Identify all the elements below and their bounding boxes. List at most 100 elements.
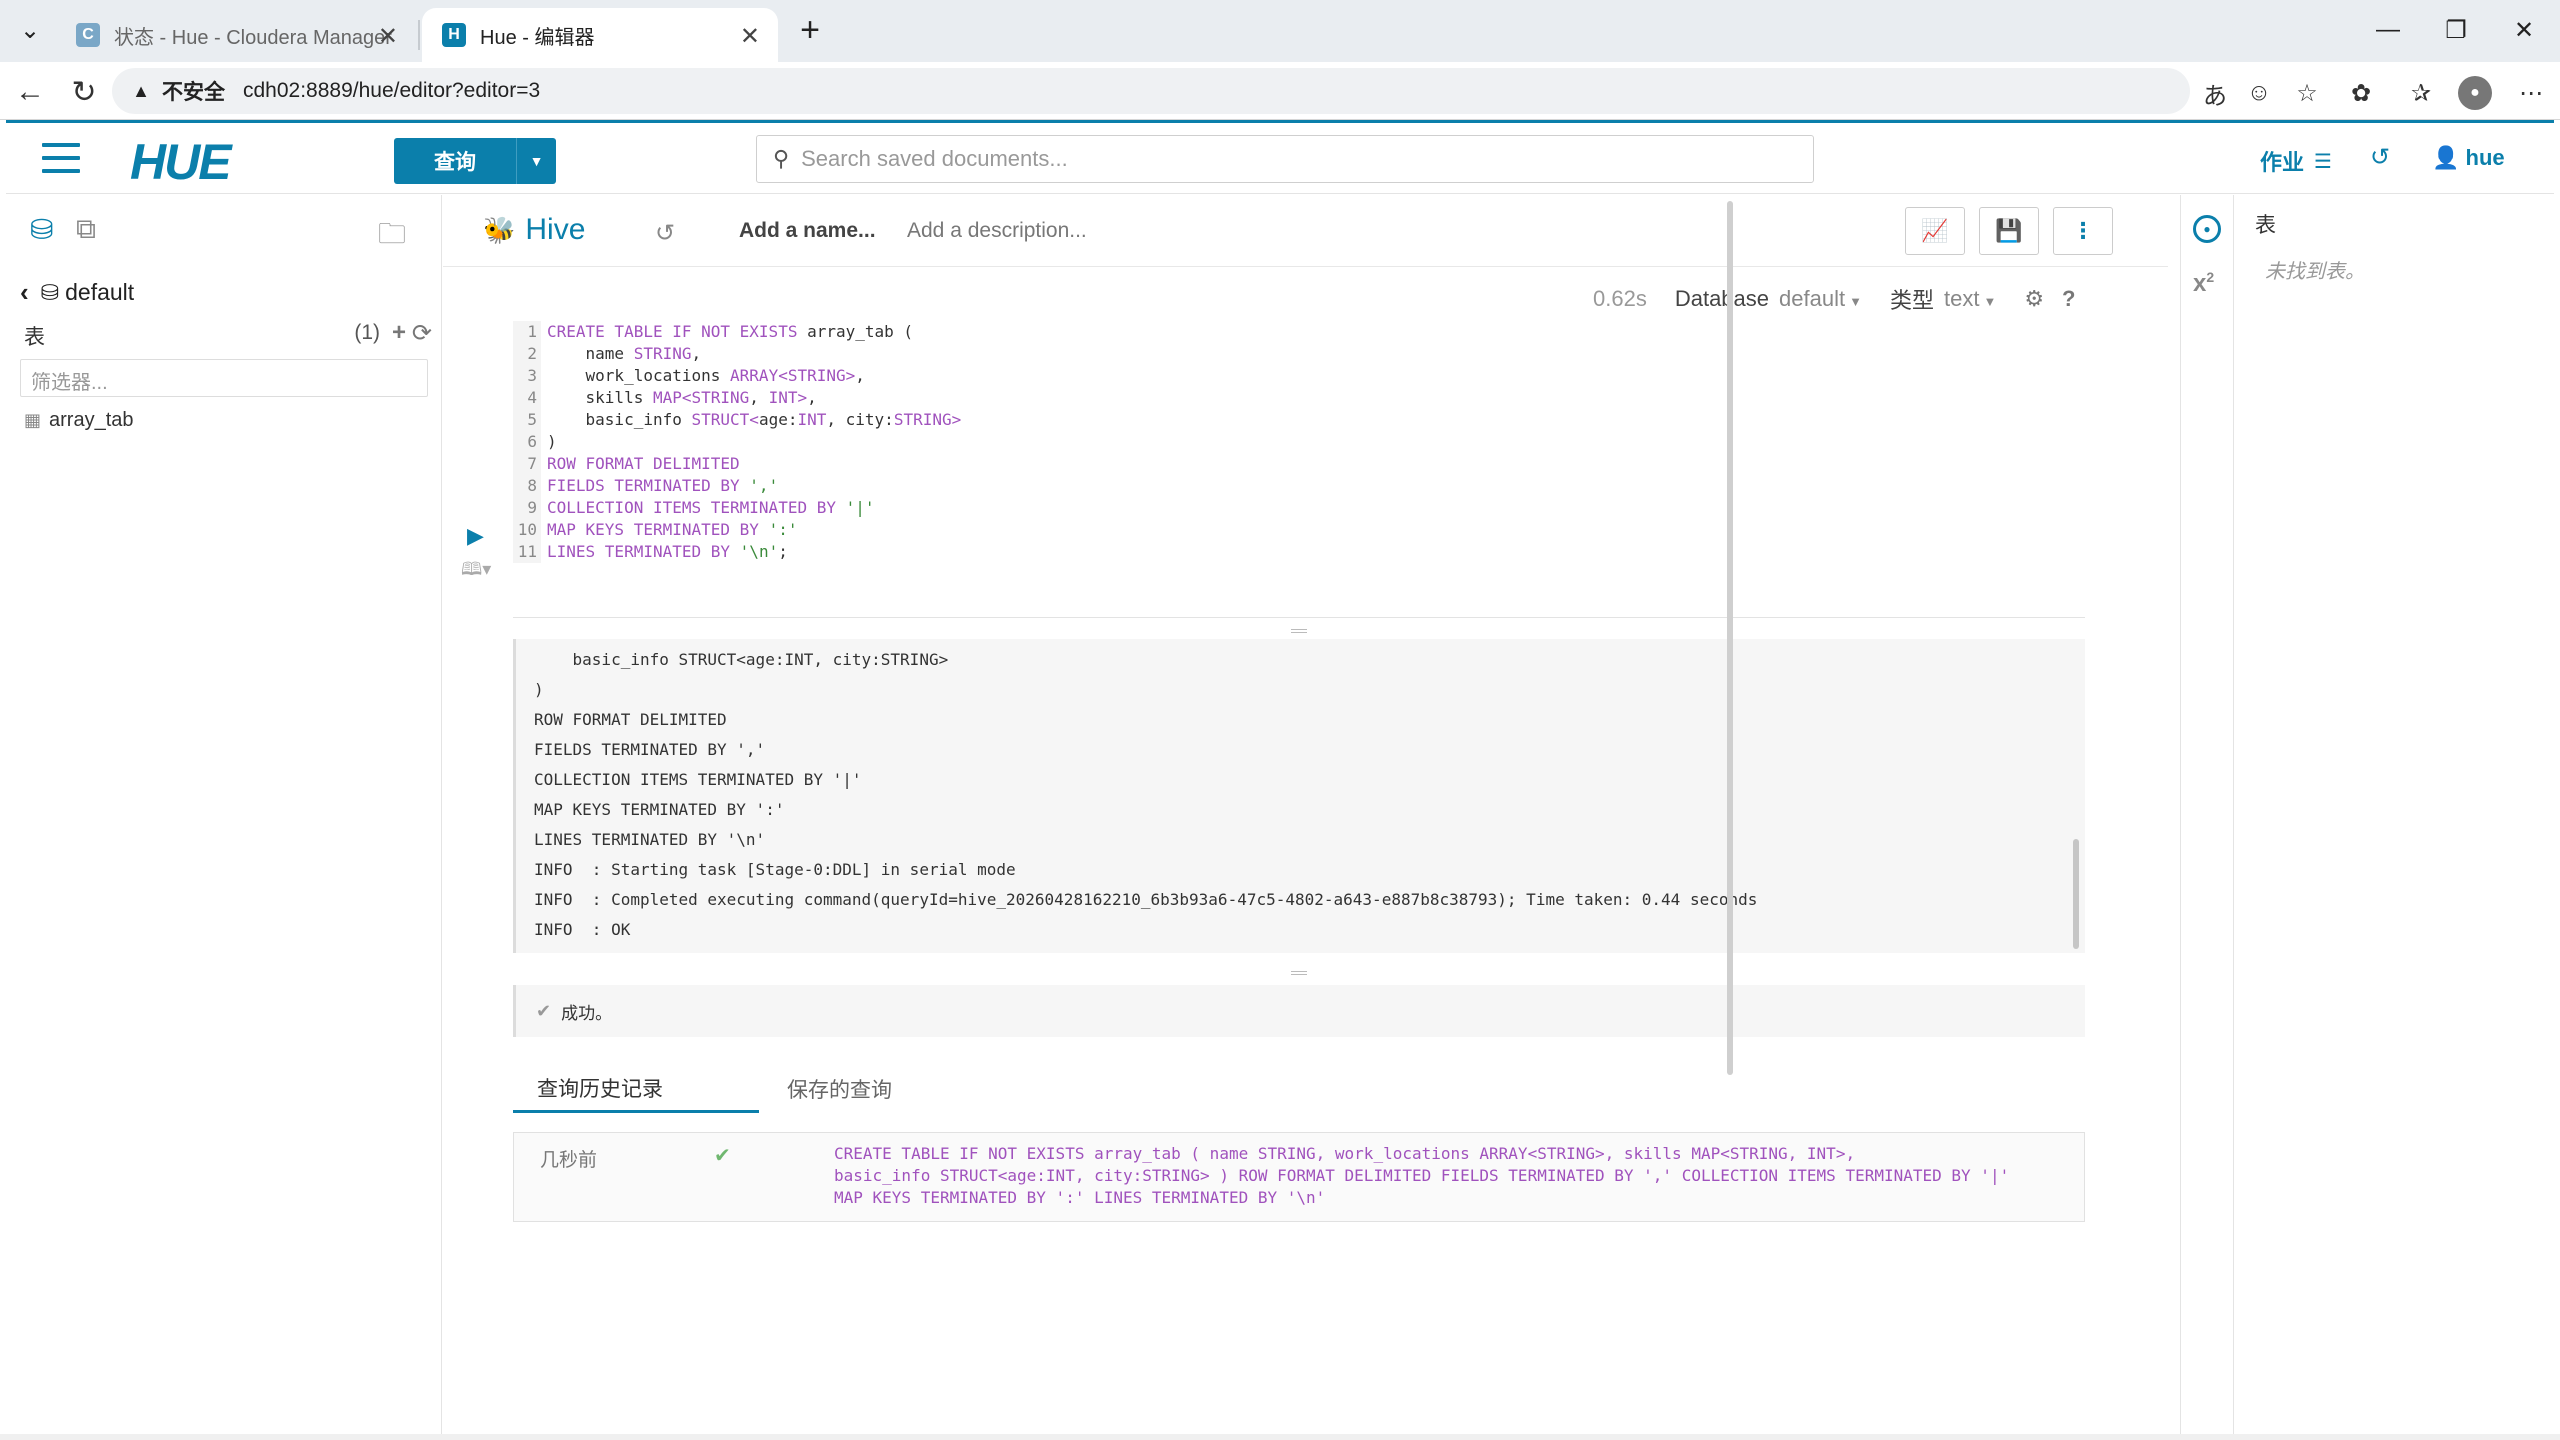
compass-icon[interactable]: ● (2193, 215, 2221, 243)
translate-icon[interactable]: あ (2198, 76, 2232, 110)
browser-tab-cloudera[interactable]: C 状态 - Hue - Cloudera Manager ✕ (56, 8, 416, 62)
table-item-array-tab[interactable]: ▦ array_tab (24, 409, 134, 432)
hamburger-menu-icon[interactable] (42, 143, 80, 175)
caret-down-icon[interactable]: ▼ (516, 138, 556, 184)
page-bottom-border (0, 1434, 2560, 1440)
history-query-text[interactable]: CREATE TABLE IF NOT EXISTS array_tab ( n… (834, 1143, 2064, 1209)
insecure-label: 不安全 (162, 81, 225, 104)
chevron-left-icon[interactable]: ‹ (20, 277, 29, 308)
user-menu[interactable]: 👤 hue (2432, 145, 2505, 171)
tab-saved-queries[interactable]: 保存的查询 (763, 1065, 916, 1113)
tab-query-history[interactable]: 查询历史记录 (513, 1065, 759, 1113)
close-tab-icon[interactable]: ✕ (378, 22, 398, 51)
table-name[interactable]: array_tab (49, 409, 134, 432)
history-tabs: 查询历史记录 保存的查询 (513, 1065, 2085, 1113)
folder-icon[interactable]: 🗀 (378, 213, 406, 261)
run-play-icon[interactable]: ▶ (467, 523, 484, 549)
favorites-icon[interactable]: ✰ (2404, 76, 2438, 110)
table-icon: ▦ (24, 410, 42, 430)
right-panel-title: 表 (2255, 214, 2276, 237)
undo-history-icon[interactable]: ↺ (655, 219, 675, 248)
history-entry[interactable]: 几秒前 ✔ CREATE TABLE IF NOT EXISTS array_t… (513, 1132, 2085, 1222)
execution-duration: 0.62s (1593, 286, 1647, 311)
chart-button[interactable]: 📈 (1905, 207, 1965, 255)
success-check-icon: ✔ (714, 1145, 731, 1167)
cloudera-favicon-icon: C (76, 23, 100, 47)
log-line: ) (534, 680, 544, 699)
search-placeholder: Search saved documents... (801, 146, 1068, 171)
url-field[interactable]: ▲ 不安全 cdh02:8889/hue/editor?editor=3 (112, 68, 2190, 114)
more-options-button[interactable]: ⋮ (2053, 207, 2113, 255)
type-select-value: text (1943, 286, 1980, 311)
type-select[interactable]: text ▼ (1944, 286, 1996, 312)
close-tab-icon[interactable]: ✕ (740, 22, 760, 51)
url-text[interactable]: cdh02:8889/hue/editor?editor=3 (243, 79, 540, 103)
engine-name: Hive (525, 213, 586, 246)
function-x2-icon[interactable]: x2 (2193, 269, 2214, 298)
back-icon[interactable]: ← (8, 70, 52, 114)
documents-icon[interactable]: ⧉ (76, 213, 96, 246)
add-table-icon[interactable]: + (392, 319, 406, 347)
query-button[interactable]: 查询 ▼ (394, 138, 556, 184)
caret-down-icon: ▼ (1983, 294, 1997, 309)
browser-tab-bar: ⌄ C 状态 - Hue - Cloudera Manager ✕ H Hue … (0, 0, 2560, 62)
editor-main: 🐝 Hive ↺ Add a name... Add a description… (443, 195, 2168, 1435)
caret-down-icon: ▼ (1849, 294, 1862, 309)
tab-label: 查询历史记录 (537, 1077, 663, 1101)
tab-search-icon[interactable]: ⌄ (10, 10, 50, 50)
log-line: basic_info STRUCT<age:INT, city:STRING> (534, 650, 949, 669)
close-window-button[interactable]: ✕ (2504, 10, 2544, 50)
log-scrollbar[interactable] (2073, 839, 2079, 949)
snippet-menu-icon[interactable]: 🕮▾ (461, 557, 491, 587)
query-button-label[interactable]: 查询 (394, 146, 516, 176)
history-icon[interactable]: ↺ (2370, 143, 2390, 172)
search-input[interactable]: ⚲ Search saved documents... (756, 135, 1814, 183)
line-number: 2 (527, 344, 537, 363)
help-icon[interactable]: ? (2062, 286, 2075, 312)
tables-count: (1) (354, 321, 380, 344)
left-assist-panel: ⛁ ⧉ 🗀 ‹ ⛁ default 表 (1) + ⟳ 筛选器... ▦ arr… (6, 195, 442, 1435)
history-time: 几秒前 (540, 1150, 598, 1171)
code-editor[interactable]: 1 2 3 4 5 6 7 8 9 10 11 CREATE TABLE IF NOT EXISTS… (513, 321, 2085, 569)
minimize-button[interactable]: — (2368, 10, 2408, 50)
resize-handle[interactable] (1291, 629, 1307, 633)
database-small-icon: ⛁ (40, 279, 60, 305)
restore-button[interactable]: ❐ (2436, 10, 2476, 50)
extensions-icon[interactable]: ✿ (2344, 76, 2378, 110)
resize-handle[interactable] (1291, 971, 1307, 975)
gear-icon[interactable]: ⚙ (2024, 286, 2044, 312)
more-menu-icon[interactable]: ⋯ (2514, 76, 2548, 110)
save-icon: 💾 (1995, 218, 2023, 243)
history-query-line: basic_info STRUCT<age:INT, city:STRING> … (834, 1166, 2010, 1185)
favorite-star-icon[interactable]: ☆ (2290, 76, 2324, 110)
hive-engine[interactable]: 🐝 Hive (483, 213, 585, 247)
line-number: 4 (527, 388, 537, 407)
refresh-icon[interactable]: ⟳ (412, 319, 432, 348)
new-tab-button[interactable]: + (790, 10, 830, 50)
database-select[interactable]: default ▼ (1779, 286, 1862, 312)
database-icon[interactable]: ⛁ (30, 213, 53, 246)
jobs-button[interactable]: 作业 ☰ (2260, 145, 2332, 177)
chart-icon: 📈 (1921, 218, 1949, 243)
history-query-line: CREATE TABLE IF NOT EXISTS array_tab ( n… (834, 1144, 1856, 1163)
line-number: 1 (527, 322, 537, 341)
editor-toolbar: 🐝 Hive ↺ Add a name... Add a description… (443, 195, 2168, 267)
line-number: 10 (517, 520, 537, 539)
code-content[interactable]: CREATE TABLE IF NOT EXISTS array_tab ( n… (547, 321, 961, 563)
save-button[interactable]: 💾 (1979, 207, 2039, 255)
query-description-field[interactable]: Add a description... (907, 219, 1087, 243)
hue-logo[interactable]: HUE (130, 133, 232, 191)
browser-tab-hue-editor[interactable]: H Hue - 编辑器 ✕ (422, 8, 778, 62)
warning-icon: ▲ (132, 80, 150, 101)
reload-icon[interactable]: ↻ (62, 70, 106, 114)
line-number: 7 (527, 454, 537, 473)
editor-scrollbar[interactable] (1725, 195, 1735, 1075)
filter-input[interactable]: 筛选器... (20, 359, 428, 397)
history-query-line: MAP KEYS TERMINATED BY ':' LINES TERMINA… (834, 1188, 1326, 1207)
database-header[interactable]: ‹ ⛁ default (20, 277, 134, 308)
query-name-field[interactable]: Add a name... (739, 219, 876, 243)
profile-avatar[interactable]: ● (2458, 76, 2492, 110)
line-number: 6 (527, 432, 537, 451)
tab-title: Hue - 编辑器 (480, 26, 595, 49)
reader-icon[interactable]: ☺ (2242, 76, 2276, 110)
